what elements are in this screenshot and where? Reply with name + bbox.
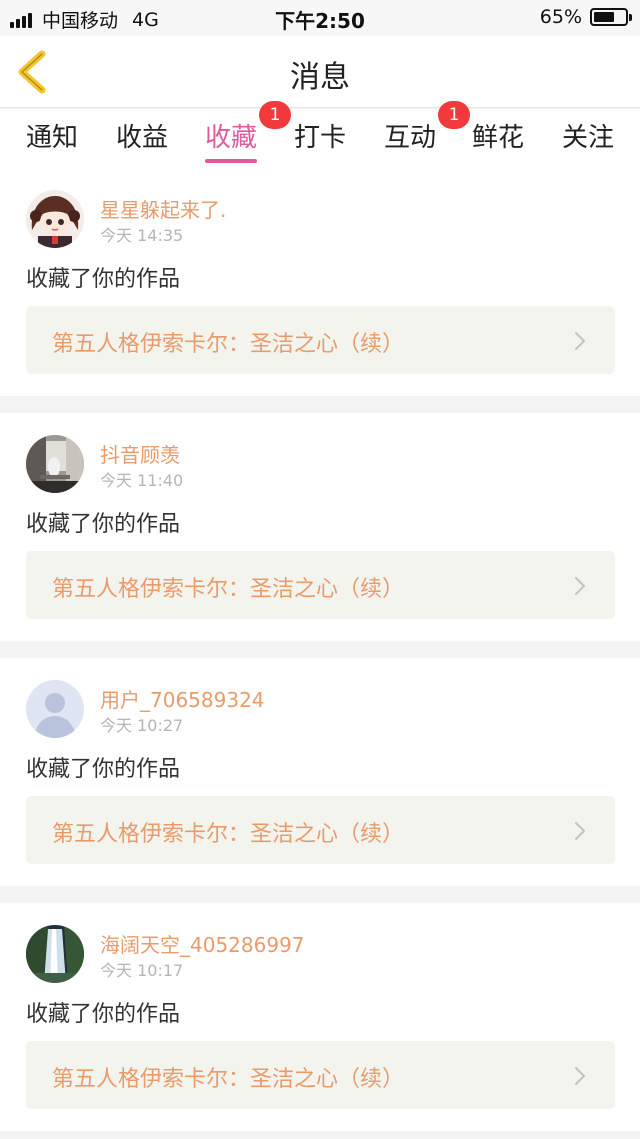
work-link[interactable]: 第五人格伊索卡尔：圣洁之心（续） bbox=[26, 796, 615, 864]
action-text: 收藏了你的作品 bbox=[26, 512, 181, 537]
avatar[interactable] bbox=[26, 925, 84, 983]
action-text: 收藏了你的作品 bbox=[26, 757, 181, 782]
username[interactable]: 抖音顾羡 bbox=[100, 439, 180, 468]
work-title: 第五人格伊索卡尔：圣洁之心（续） bbox=[52, 577, 405, 602]
tab-label: 关注 bbox=[562, 123, 615, 153]
battery-icon bbox=[590, 8, 632, 26]
avatar[interactable] bbox=[26, 680, 84, 738]
battery-percent: 65% bbox=[539, 6, 582, 28]
tab-label: 打卡 bbox=[294, 123, 347, 153]
work-link[interactable]: 第五人格伊索卡尔：圣洁之心（续） bbox=[26, 306, 615, 374]
avatar-waterfall-photo bbox=[26, 925, 84, 983]
tab-label: 鲜花 bbox=[472, 123, 525, 153]
tab-label: 收益 bbox=[116, 123, 169, 153]
tab-favorites[interactable]: 收藏 1 bbox=[205, 101, 292, 163]
battery-cap bbox=[629, 14, 632, 21]
chevron-right-icon bbox=[574, 821, 586, 841]
chevron-right-icon bbox=[574, 331, 586, 351]
page-title: 消息 bbox=[290, 60, 350, 95]
tab-interactions[interactable]: 互动 1 bbox=[384, 101, 471, 154]
username[interactable]: 用户_706589324 bbox=[100, 684, 265, 713]
chevron-right-icon bbox=[574, 1066, 586, 1086]
active-tab-indicator bbox=[205, 159, 258, 163]
tab-label: 收藏 bbox=[205, 123, 258, 153]
work-link[interactable]: 第五人格伊索卡尔：圣洁之心（续） bbox=[26, 1041, 615, 1109]
nav-bar: 消息 bbox=[0, 36, 640, 108]
message-card: 用户_706589324 今天 10:27 收藏了你的作品 第五人格伊索卡尔：圣… bbox=[0, 658, 640, 886]
status-right: 65% bbox=[539, 6, 632, 28]
tab-follows[interactable]: 关注 bbox=[562, 117, 614, 154]
status-bar: 中国移动 4G 下午2:50 65% bbox=[0, 0, 640, 36]
timestamp: 今天 14:35 bbox=[100, 226, 184, 245]
tab-label: 通知 bbox=[26, 123, 79, 153]
tab-flowers[interactable]: 鲜花 bbox=[472, 117, 524, 154]
unread-badge: 1 bbox=[438, 101, 471, 129]
username[interactable]: 星星躲起来了. bbox=[100, 194, 226, 223]
avatar[interactable] bbox=[26, 435, 84, 493]
timestamp: 今天 10:17 bbox=[100, 961, 184, 980]
message-card: 星星躲起来了. 今天 14:35 收藏了你的作品 第五人格伊索卡尔：圣洁之心（续… bbox=[0, 168, 640, 396]
message-card: 抖音顾羡 今天 11:40 收藏了你的作品 第五人格伊索卡尔：圣洁之心（续） bbox=[0, 413, 640, 641]
work-title: 第五人格伊索卡尔：圣洁之心（续） bbox=[52, 1067, 405, 1092]
chevron-right-icon bbox=[574, 576, 586, 596]
tab-label: 互动 bbox=[384, 123, 437, 153]
avatar-anime-girl bbox=[26, 190, 84, 248]
avatar-photo bbox=[26, 435, 84, 493]
battery-fill bbox=[594, 12, 614, 22]
work-title: 第五人格伊索卡尔：圣洁之心（续） bbox=[52, 822, 405, 847]
action-text: 收藏了你的作品 bbox=[26, 1002, 181, 1027]
work-title: 第五人格伊索卡尔：圣洁之心（续） bbox=[52, 332, 405, 357]
work-link[interactable]: 第五人格伊索卡尔：圣洁之心（续） bbox=[26, 551, 615, 619]
tab-notifications[interactable]: 通知 bbox=[26, 117, 78, 154]
action-text: 收藏了你的作品 bbox=[26, 267, 181, 292]
tab-bar: 通知 收益 收藏 1 打卡 互动 1 鲜花 关注 bbox=[0, 101, 640, 169]
username[interactable]: 海阔天空_405286997 bbox=[100, 929, 305, 958]
message-card: 海阔天空_405286997 今天 10:17 收藏了你的作品 第五人格伊索卡尔… bbox=[0, 903, 640, 1131]
default-user-icon bbox=[26, 680, 84, 738]
unread-badge: 1 bbox=[259, 101, 292, 129]
timestamp: 今天 11:40 bbox=[100, 471, 184, 490]
avatar[interactable] bbox=[26, 190, 84, 248]
timestamp: 今天 10:27 bbox=[100, 716, 184, 735]
tab-checkin[interactable]: 打卡 bbox=[294, 117, 346, 154]
tab-earnings[interactable]: 收益 bbox=[116, 117, 168, 154]
